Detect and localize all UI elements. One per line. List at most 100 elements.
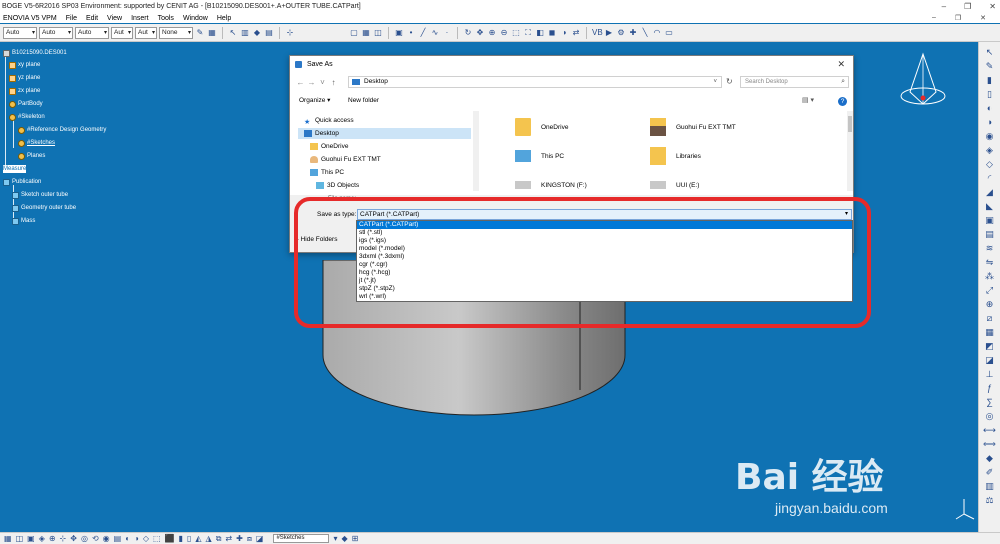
grid-icon[interactable]: ▦ [361, 27, 371, 38]
rib-icon[interactable]: ◈ [983, 144, 997, 156]
new-folder-button[interactable]: New folder [348, 94, 379, 108]
zoom-in-icon[interactable]: ⊕ [487, 27, 497, 38]
apply-material-icon[interactable]: ◆ [983, 452, 997, 464]
menu-insert[interactable]: Insert [128, 15, 155, 22]
nav-item-3d-objects[interactable]: 3D Objects [316, 180, 359, 191]
nav-item-desktop[interactable]: Desktop [298, 128, 471, 139]
rotate-icon[interactable]: ↻ [463, 27, 473, 38]
knowledge-icon[interactable]: ✚ [628, 27, 638, 38]
catalog-icon[interactable]: ▥ [983, 480, 997, 492]
current-set-field[interactable]: #Sketches [273, 534, 330, 543]
extrude-icon[interactable]: ▭ [664, 27, 674, 38]
sketch-icon[interactable]: ▢ [349, 27, 359, 38]
pocket-icon[interactable]: ▯ [983, 88, 997, 100]
chamfer-icon[interactable]: ◢ [983, 186, 997, 198]
file-tile-libraries[interactable]: Libraries [650, 144, 701, 168]
search-input[interactable]: Search Desktop ⌕ [740, 76, 849, 88]
shaft-icon[interactable]: ◐ [983, 102, 997, 114]
thickness-icon[interactable]: ▤ [983, 228, 997, 240]
bottom-tool-icon[interactable]: ◪ [256, 534, 264, 543]
nav-item-onedrive[interactable]: OneDrive [310, 141, 348, 152]
layer-combo[interactable]: Aut [111, 26, 133, 39]
file-tile-this-pc[interactable]: This PC [515, 144, 564, 168]
bottom-tool-icon[interactable]: ◎ [81, 534, 88, 543]
bottom-tool-icon[interactable]: ◇ [143, 534, 149, 543]
plane-icon[interactable]: ◫ [373, 27, 383, 38]
bottom-tool-icon[interactable]: ⟲ [92, 534, 99, 543]
organize-button[interactable]: Organize ▾ [299, 94, 330, 108]
measure-icon[interactable]: ▥ [240, 27, 250, 38]
dot-icon[interactable]: · [442, 27, 452, 38]
bottom-tool-icon[interactable]: ✚ [236, 534, 243, 543]
fit-all-icon[interactable]: ⛶ [523, 27, 533, 38]
graph-icon[interactable]: ▤ [264, 27, 274, 38]
spline-icon[interactable]: ∿ [430, 27, 440, 38]
law-icon[interactable]: ∑ [983, 396, 997, 408]
chevron-down-icon[interactable]: ˅ [713, 77, 717, 87]
bottom-tool-icon[interactable]: ⇄ [225, 534, 232, 543]
shading-icon[interactable]: ◼ [547, 27, 557, 38]
dialog-close-button[interactable]: ✕ [837, 56, 845, 73]
doc-restore-button[interactable]: ❐ [952, 14, 967, 22]
line-color-combo[interactable]: Auto [3, 26, 37, 39]
close-surface-icon[interactable]: ◩ [983, 340, 997, 352]
tree-node-skeleton[interactable]: #Skeleton [9, 113, 45, 121]
pad-icon[interactable]: ▮ [983, 74, 997, 86]
bottom-tool-icon[interactable]: ⊹ [60, 534, 67, 543]
menu-view[interactable]: View [104, 15, 128, 22]
menu-file[interactable]: File [63, 15, 83, 22]
inertia-icon[interactable]: ◆ [252, 27, 262, 38]
forward-arrow-icon[interactable]: → [306, 78, 317, 87]
nav-item-this-pc[interactable]: This PC [310, 167, 344, 178]
close-window-button[interactable]: ✕ [989, 0, 996, 13]
nav-pane-scrollbar[interactable] [473, 111, 479, 191]
bottom-tool-icon[interactable]: ▤ [114, 534, 122, 543]
slot-icon[interactable]: ◇ [983, 158, 997, 170]
point-combo[interactable]: Aut [135, 26, 157, 39]
bottom-tool-icon[interactable]: ◉ [103, 534, 110, 543]
swap-visible-icon[interactable]: ⇄ [571, 27, 581, 38]
tree-node-sketch-outer-tube[interactable]: Sketch outer tube [12, 191, 68, 199]
sew-surface-icon[interactable]: ◪ [983, 354, 997, 366]
annotation-icon[interactable]: ✐ [983, 466, 997, 478]
hole-icon[interactable]: ◉ [983, 130, 997, 142]
up-arrow-icon[interactable]: ↑ [328, 78, 339, 87]
groove-icon[interactable]: ◑ [983, 116, 997, 128]
sketcher-icon[interactable]: ✎ [983, 60, 997, 72]
bottom-tool-icon[interactable]: ▦ [4, 534, 12, 543]
back-arrow-icon[interactable]: ← [295, 78, 306, 87]
menu-help[interactable]: Help [214, 15, 237, 22]
draft-icon[interactable]: ◣ [983, 200, 997, 212]
file-list-scrollbar[interactable] [847, 111, 853, 191]
split-icon[interactable]: ⧄ [983, 312, 997, 324]
help-button[interactable]: ? [838, 97, 847, 106]
tree-node-mass[interactable]: Mass [12, 217, 35, 225]
nav-item-quick-access[interactable]: ★ Quick access [304, 115, 354, 126]
pan-icon[interactable]: ✥ [475, 27, 485, 38]
measure-between-icon[interactable]: ⟷ [983, 424, 997, 436]
view-options-icon[interactable]: ▤ ▾ [802, 94, 814, 108]
bottom-tool-icon[interactable]: ▮ [179, 534, 183, 543]
render-style-combo[interactable]: None [159, 26, 193, 39]
restore-button[interactable]: ❐ [964, 0, 971, 13]
bottom-tool-icon[interactable]: ◫ [16, 534, 24, 543]
select-icon[interactable]: ↖ [983, 46, 997, 58]
tree-node-geometry-outer-tube[interactable]: Geometry outer tube [12, 204, 76, 212]
recent-chevron-icon[interactable]: ˅ [317, 78, 328, 87]
hide-show-icon[interactable]: ◑ [559, 27, 569, 38]
diagonal-line-icon[interactable]: ╲ [640, 27, 650, 38]
tree-node-measure[interactable]: Measure [3, 165, 27, 173]
thick-surface-icon[interactable]: ▦ [983, 326, 997, 338]
bottom-tool-icon[interactable]: ⬛ [165, 534, 175, 543]
select-icon[interactable]: ↖ [228, 27, 238, 38]
zoom-out-icon[interactable]: ⊖ [499, 27, 509, 38]
address-bar[interactable]: Desktop ˅ [348, 76, 722, 88]
macro-icon[interactable]: ▶ [604, 27, 614, 38]
tree-node-xy-plane[interactable]: xy plane [9, 61, 40, 69]
tree-node-reference-geometry[interactable]: #Reference Design Geometry [18, 126, 106, 134]
arc-icon[interactable]: ◠ [652, 27, 662, 38]
fillet-icon[interactable]: ◜ [983, 172, 997, 184]
nav-item-user[interactable]: Guohui Fu EXT TMT [310, 154, 381, 165]
bottom-tool-icon[interactable]: ◮ [206, 534, 212, 543]
bottom-tool-icon[interactable]: ⧉ [216, 534, 222, 544]
